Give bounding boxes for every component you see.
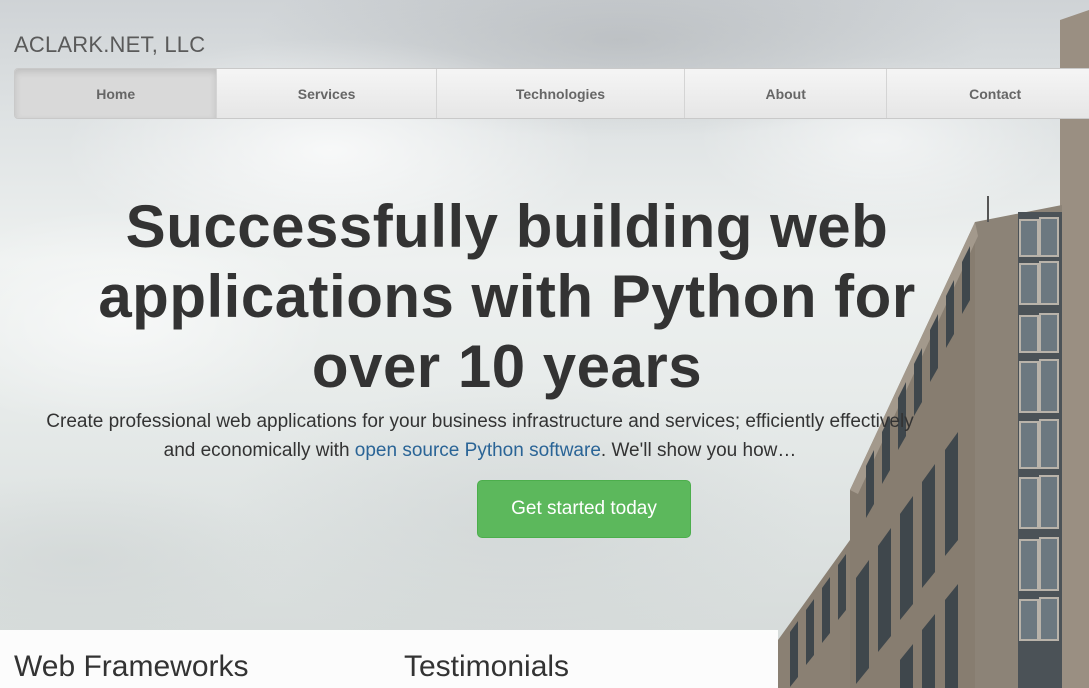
brand-logo-text[interactable]: ACLARK.NET, LLC [14,32,205,58]
hero-lead-part-2: . We'll show you how… [600,440,797,461]
hero-lead-text: Create professional web applications for… [40,407,920,465]
nav-item-home[interactable]: Home [15,69,218,118]
open-source-python-link[interactable]: open source Python software [355,440,601,461]
nav-item-technologies[interactable]: Technologies [437,69,685,118]
nav-item-services[interactable]: Services [217,69,437,118]
hero-title: Successfully building web applications w… [98,193,916,400]
nav-item-contact[interactable]: Contact [887,69,1089,118]
main-navbar: Home Services Technologies About Contact [14,68,1089,119]
get-started-button[interactable]: Get started today [477,480,691,538]
testimonials-heading: Testimonials [404,650,570,683]
page: ACLARK.NET, LLC Home Services Technologi… [0,0,1089,688]
nav-item-about[interactable]: About [685,69,888,118]
web-frameworks-heading: Web Frameworks [14,650,249,683]
